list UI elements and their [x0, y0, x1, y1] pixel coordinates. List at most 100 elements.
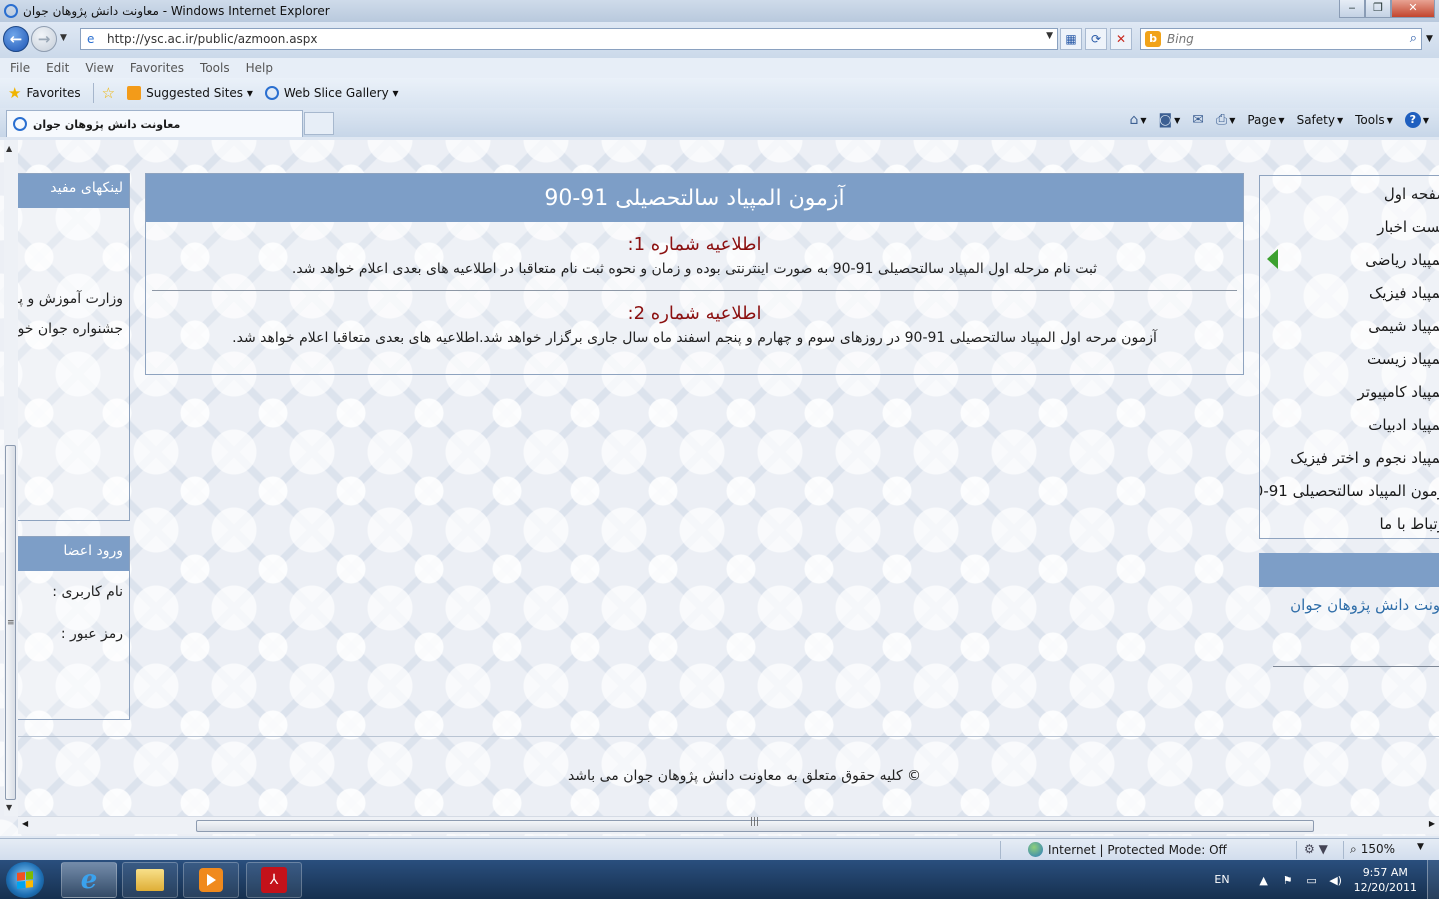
- command-bar: ⌂ ▼ ◙ ▼ ✉ ⎙ ▼ Page ▼ Safety ▼ Tools ▼ ? ▼: [1125, 112, 1433, 128]
- back-button[interactable]: ←: [3, 26, 29, 52]
- notice-2-title: اطلاعیه شماره 2:: [627, 303, 762, 324]
- nav-physics-olympiad[interactable]: المپیاد فیزیک: [1260, 277, 1439, 310]
- nav-computer-olympiad[interactable]: المپیاد کامپیوتر: [1260, 376, 1439, 409]
- network-icon[interactable]: ▭: [1305, 874, 1319, 887]
- recent-pages-dropdown[interactable]: ▼: [60, 33, 67, 43]
- tools-menu-button[interactable]: Tools ▼: [1351, 113, 1397, 127]
- security-zone[interactable]: Internet | Protected Mode: Off: [1028, 842, 1227, 857]
- nav-olympiad-exam[interactable]: آزمون المپیاد سالتحصیلی 91-90: [1260, 475, 1439, 508]
- notice-2: اطلاعیه شماره 2: آزمون مرحه اول المپیاد …: [146, 301, 1243, 351]
- page-menu-button[interactable]: Page ▼: [1243, 113, 1288, 127]
- notice-2-body: آزمون مرحه اول المپیاد سالتحصیلی 91-90 د…: [232, 330, 1157, 346]
- taskbar-ie-button[interactable]: e: [61, 862, 117, 898]
- protected-mode-icon[interactable]: ⚙ ▼: [1304, 842, 1328, 856]
- compatibility-view-icon[interactable]: ▦: [1060, 28, 1082, 50]
- search-box[interactable]: b ⌕: [1140, 28, 1422, 50]
- suggested-sites-button[interactable]: Suggested Sites ▾: [127, 86, 253, 100]
- suggested-sites-icon: [127, 86, 142, 100]
- scroll-down-icon[interactable]: ▼: [6, 803, 12, 812]
- favorites-button[interactable]: ★ Favorites: [8, 84, 81, 102]
- page-title: آزمون المپیاد سالتحصیلی 91-90: [146, 174, 1243, 222]
- notice-1: اطلاعیه شماره 1: ثبت نام مرحله اول المپی…: [146, 232, 1243, 282]
- nav-astronomy-olympiad[interactable]: المپیاد نجوم و اختر فیزیک: [1260, 442, 1439, 475]
- new-tab-button[interactable]: [304, 112, 334, 135]
- nav-math-olympiad[interactable]: المپیاد ریاضی: [1260, 244, 1439, 277]
- right-panel-header: [1259, 553, 1439, 587]
- tab-title: معاونت دانش پژوهان جوان: [33, 117, 181, 131]
- nav-biology-olympiad[interactable]: المپیاد زیست: [1260, 343, 1439, 376]
- taskbar-acrobat-button[interactable]: ⅄: [246, 862, 302, 898]
- scroll-up-icon[interactable]: ▲: [6, 144, 12, 153]
- expand-arrow-icon[interactable]: [1267, 249, 1278, 269]
- zoom-control[interactable]: ⌕ 150% ▼: [1350, 842, 1424, 857]
- safety-menu-button[interactable]: Safety ▼: [1293, 113, 1348, 127]
- home-button[interactable]: ⌂ ▼: [1125, 112, 1150, 128]
- tab-active[interactable]: معاونت دانش پژوهان جوان: [6, 110, 303, 137]
- status-bar: Internet | Protected Mode: Off ⚙ ▼ ⌕ 150…: [0, 838, 1439, 860]
- scroll-left-icon[interactable]: ◀: [22, 819, 28, 828]
- menu-edit[interactable]: Edit: [46, 61, 69, 75]
- window-title: معاونت دانش پژوهان جوان - Windows Intern…: [23, 4, 330, 18]
- search-input[interactable]: [1167, 32, 1387, 46]
- scroll-grip-icon: ≡: [7, 618, 15, 628]
- close-button[interactable]: ✕: [1391, 0, 1435, 18]
- show-desktop-button[interactable]: [1427, 860, 1439, 899]
- web-slice-gallery-button[interactable]: Web Slice Gallery ▾: [264, 86, 399, 100]
- notice-divider: [152, 290, 1237, 291]
- search-icon[interactable]: ⌕: [1410, 31, 1417, 46]
- nav-chemistry-olympiad[interactable]: المپیاد شیمی: [1260, 310, 1439, 343]
- page-icon: e: [87, 32, 95, 46]
- help-menu-button[interactable]: ? ▼: [1401, 112, 1433, 128]
- menu-view[interactable]: View: [85, 61, 113, 75]
- username-label: نام کاربری :: [52, 584, 123, 600]
- rss-icon: ◙: [1158, 112, 1173, 128]
- url-text[interactable]: http://ysc.ac.ir/public/azmoon.aspx: [107, 32, 318, 46]
- start-button[interactable]: [6, 862, 44, 898]
- acrobat-icon: ⅄: [261, 867, 287, 893]
- stop-icon[interactable]: ✕: [1110, 28, 1132, 50]
- search-options-dropdown[interactable]: ▼: [1426, 34, 1433, 44]
- add-favorite-icon: ☆: [101, 84, 116, 102]
- minimize-button[interactable]: ‒: [1339, 0, 1365, 18]
- menu-help[interactable]: Help: [246, 61, 273, 75]
- scroll-right-icon[interactable]: ▶: [1429, 819, 1435, 828]
- zoom-dropdown-icon[interactable]: ▼: [1417, 842, 1424, 857]
- system-tray: EN ▲ ⚑ ▭ ◀) 9:57 AM 12/20/2011: [1214, 860, 1439, 899]
- language-indicator[interactable]: EN: [1214, 873, 1229, 886]
- nav-home[interactable]: صفحه اول: [1260, 178, 1439, 211]
- page-content[interactable]: ▲ ≡ ▼ لینکهای مفید وزارت آموزش و پرورش ج…: [0, 140, 1439, 836]
- volume-icon[interactable]: ◀): [1329, 874, 1343, 887]
- taskbar-media-player-button[interactable]: [183, 862, 239, 898]
- announcement-box: آزمون المپیاد سالتحصیلی 91-90 اطلاعیه شم…: [145, 173, 1244, 375]
- link-education-ministry[interactable]: وزارت آموزش و پرورش: [18, 284, 129, 314]
- action-center-icon[interactable]: ⚑: [1281, 874, 1295, 887]
- forward-button[interactable]: →: [31, 26, 57, 52]
- status-separator: [1343, 841, 1344, 859]
- web-slice-gallery-label: Web Slice Gallery ▾: [283, 86, 399, 100]
- link-kharazmi-festival[interactable]: جشنواره جوان خوارزمی: [18, 314, 129, 344]
- show-hidden-icons-icon[interactable]: ▲: [1257, 874, 1271, 887]
- ysc-link[interactable]: معاونت دانش پژوهان جوان: [1290, 596, 1439, 614]
- favorites-bar: ★ Favorites ☆ Suggested Sites ▾ Web Slic…: [0, 78, 1439, 108]
- clock[interactable]: 9:57 AM 12/20/2011: [1354, 865, 1417, 895]
- horizontal-scrollbar[interactable]: ◀ ||| ▶: [18, 816, 1439, 834]
- address-dropdown-icon[interactable]: ▼: [1046, 31, 1053, 41]
- vertical-scrollbar[interactable]: ▲ ≡ ▼: [4, 140, 18, 816]
- copyright-text: © کلیه حقوق متعلق به معاونت دانش پژوهان …: [567, 768, 922, 784]
- feeds-button[interactable]: ◙ ▼: [1155, 112, 1185, 128]
- nav-news-list[interactable]: لیست اخبار: [1260, 211, 1439, 244]
- menu-tools[interactable]: Tools: [200, 61, 230, 75]
- read-mail-button[interactable]: ✉: [1188, 112, 1208, 128]
- menu-file[interactable]: File: [10, 61, 30, 75]
- refresh-icon[interactable]: ⟳: [1085, 28, 1107, 50]
- nav-contact-us[interactable]: ارتباط با ما: [1260, 508, 1439, 538]
- add-to-favorites-bar-button[interactable]: ☆: [102, 84, 115, 102]
- suggested-sites-label: Suggested Sites ▾: [146, 86, 253, 100]
- maximize-button[interactable]: ❐: [1365, 0, 1391, 18]
- bing-icon: b: [1145, 31, 1161, 47]
- print-button[interactable]: ⎙ ▼: [1212, 112, 1239, 128]
- address-bar[interactable]: e http://ysc.ac.ir/public/azmoon.aspx ▼: [80, 28, 1058, 50]
- nav-literature-olympiad[interactable]: المپیاد ادبیات: [1260, 409, 1439, 442]
- menu-favorites[interactable]: Favorites: [130, 61, 184, 75]
- taskbar-explorer-button[interactable]: [122, 862, 178, 898]
